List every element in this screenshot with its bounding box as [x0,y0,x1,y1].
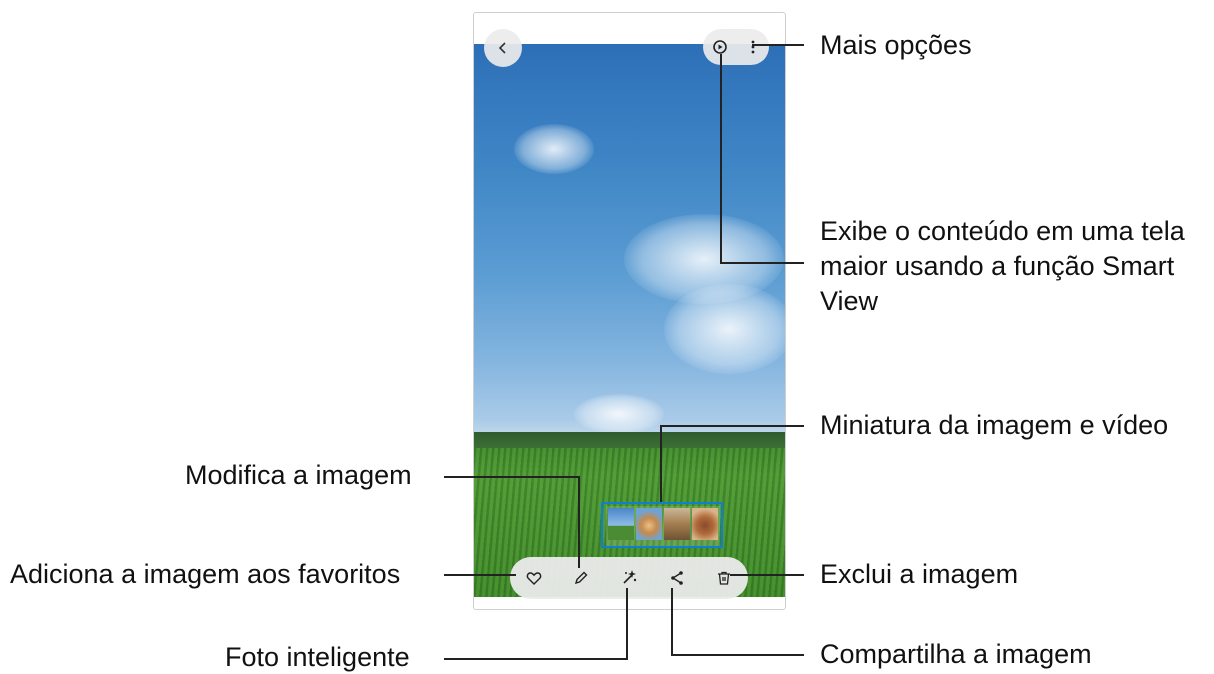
cloud [664,284,785,374]
thumbnail-highlight-box [601,502,723,548]
callout-share: Compartilha a imagem [820,639,1092,669]
share-icon[interactable] [665,566,689,590]
callout-smart-view-line1: Exibe o conteúdo em uma tela [820,216,1185,246]
back-button[interactable] [484,29,522,67]
sparkle-icon[interactable] [617,566,641,590]
leader-line-thumb-h [660,425,804,427]
callout-smart-view-line3: View [820,286,879,316]
leader-line-share-v [671,588,673,656]
leader-line-ai-v [626,588,628,660]
top-actions [703,29,769,65]
leader-line-smart-view-h [720,262,804,264]
cloud [514,124,594,174]
leader-line-delete [730,574,804,576]
treeline [474,432,785,448]
leader-line-favorite [444,574,516,576]
heart-icon[interactable] [522,566,546,590]
callout-smart-photo: Foto inteligente [225,642,410,672]
leader-line-ai-h [444,658,628,660]
leader-line-share-h [671,654,804,656]
pencil-icon[interactable] [569,566,593,590]
chevron-left-icon [496,41,510,55]
leader-line-thumb-v [660,425,662,502]
callout-more-options: Mais opções [820,30,972,60]
leader-line-edit-v [578,476,580,568]
callout-delete: Exclui a imagem [820,559,1019,589]
bottom-toolbar [510,557,748,599]
callout-thumbnail: Miniatura da imagem e vídeo [820,410,1169,440]
trash-icon[interactable] [712,566,736,590]
callout-favorite: Adiciona a imagem aos favoritos [10,559,401,589]
cloud [574,394,664,434]
leader-line-more [752,44,804,46]
callout-edit: Modifica a imagem [185,460,412,490]
callout-smart-view-line2: maior usando a função Smart [820,251,1175,281]
leader-line-smart-view-v [720,54,722,264]
more-vertical-icon[interactable] [741,35,765,59]
leader-line-edit-h [444,476,580,478]
